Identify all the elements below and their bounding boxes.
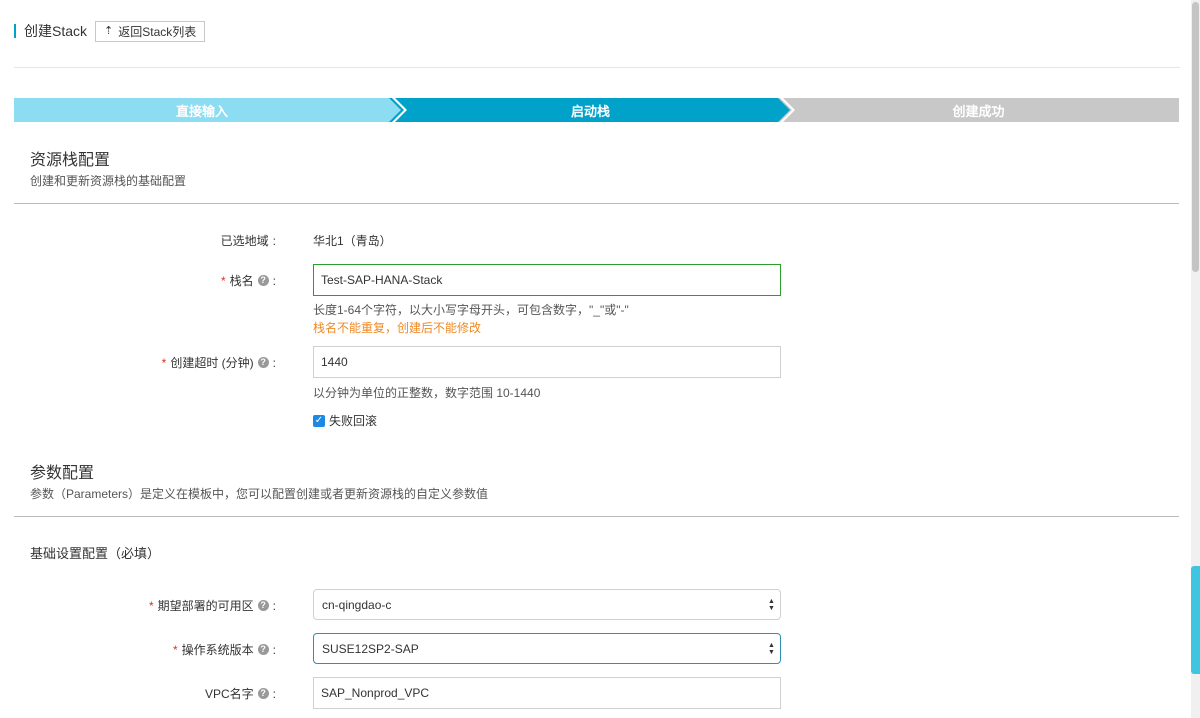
stack-name-input[interactable]: Test-SAP-HANA-Stack bbox=[313, 264, 781, 296]
help-icon[interactable]: ? bbox=[257, 275, 269, 286]
help-icon[interactable]: ? bbox=[257, 688, 269, 699]
section-divider bbox=[14, 516, 1179, 517]
title-accent-bar bbox=[14, 24, 16, 38]
scrollbar-thumb[interactable] bbox=[1192, 2, 1199, 272]
back-button-label: 返回Stack列表 bbox=[118, 24, 197, 39]
select-arrows-icon: ▲ ▼ bbox=[768, 642, 775, 656]
params-config-title: 参数配置 bbox=[30, 465, 95, 482]
zone-select[interactable]: cn-qingdao-c ▲ ▼ bbox=[313, 589, 781, 620]
required-mark: * bbox=[148, 598, 154, 613]
timeout-label: * 创建超时 (分钟) ? : bbox=[161, 355, 276, 371]
floating-feedback-tab[interactable] bbox=[1191, 566, 1200, 674]
stack-config-title: 资源栈配置 bbox=[30, 152, 111, 169]
zone-label: * 期望部署的可用区 ? : bbox=[148, 598, 276, 614]
step-direct-input: 直接输入 bbox=[14, 98, 404, 122]
stack-config-desc: 创建和更新资源栈的基础配置 bbox=[30, 174, 187, 188]
vpc-name-label: VPC名字 ? : bbox=[204, 686, 276, 702]
stack-name-label: * 栈名 ? : bbox=[220, 273, 276, 289]
required-mark: * bbox=[161, 355, 167, 370]
wizard-steps: 直接输入 启动栈 创建成功 bbox=[14, 98, 1179, 122]
params-config-desc: 参数（Parameters）是定义在模板中，您可以配置创建或者更新资源栈的自定义… bbox=[30, 487, 489, 501]
page-title: 创建Stack bbox=[24, 23, 88, 39]
header-divider bbox=[14, 67, 1180, 68]
stack-name-warning: 栈名不能重复，创建后不能修改 bbox=[313, 321, 482, 335]
page-header: 创建Stack ⇡ 返回Stack列表 bbox=[14, 18, 206, 44]
back-to-stack-list-button[interactable]: ⇡ 返回Stack列表 bbox=[95, 20, 206, 42]
rollback-checkbox[interactable]: ✓ bbox=[313, 414, 325, 427]
timeout-input[interactable]: 1440 bbox=[313, 346, 781, 378]
required-mark: * bbox=[220, 273, 226, 288]
vpc-name-input[interactable]: SAP_Nonprod_VPC bbox=[313, 677, 781, 709]
section-divider bbox=[14, 203, 1179, 204]
stack-name-hint: 长度1-64个字符，以大小写字母开头，可包含数字，"_"或"-" bbox=[313, 303, 629, 317]
os-version-label: * 操作系统版本 ? : bbox=[172, 642, 276, 658]
region-label: 已选地域: bbox=[220, 233, 276, 249]
step-launch-stack: 启动栈 bbox=[389, 98, 792, 122]
help-icon[interactable]: ? bbox=[257, 600, 269, 611]
help-icon[interactable]: ? bbox=[257, 357, 269, 368]
timeout-hint: 以分钟为单位的正整数，数字范围 10-1440 bbox=[313, 386, 541, 400]
help-icon[interactable]: ? bbox=[257, 644, 269, 655]
select-arrows-icon: ▲ ▼ bbox=[768, 598, 775, 612]
rollback-checkbox-row[interactable]: ✓ 失败回滚 bbox=[313, 412, 377, 429]
region-value: 华北1（青岛） bbox=[313, 234, 392, 248]
os-version-select[interactable]: SUSE12SP2-SAP ▲ ▼ bbox=[313, 633, 781, 664]
step-create-success: 创建成功 bbox=[778, 98, 1179, 122]
upload-arrow-icon: ⇡ bbox=[104, 24, 114, 37]
rollback-label: 失败回滚 bbox=[329, 414, 378, 428]
basic-settings-title: 基础设置配置（必填） bbox=[30, 546, 161, 561]
required-mark: * bbox=[172, 642, 178, 657]
